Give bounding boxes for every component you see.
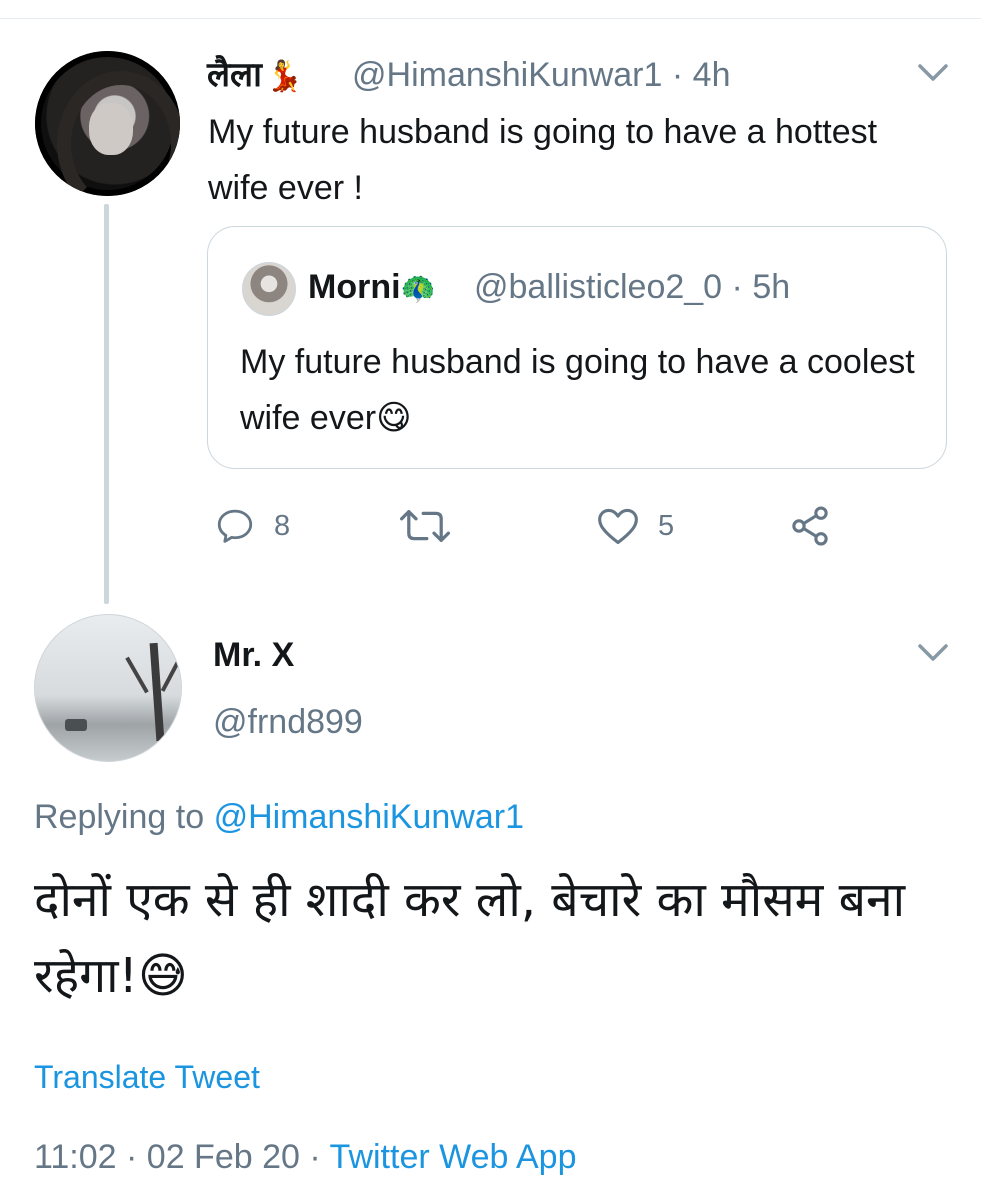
avatar-himanshi[interactable] bbox=[35, 51, 180, 196]
user-handle[interactable]: @HimanshiKunwar1 bbox=[352, 56, 662, 94]
chevron-down-icon[interactable] bbox=[917, 62, 949, 84]
footer-dot-1: · bbox=[126, 1138, 138, 1176]
share-icon bbox=[792, 506, 828, 546]
top-divider bbox=[0, 18, 981, 19]
tweet-text: My future husband is going to have a hot… bbox=[208, 113, 878, 207]
like-count: 5 bbox=[658, 509, 675, 542]
peacock-emoji: 🦚 bbox=[400, 272, 436, 306]
tweet-time[interactable]: 4h bbox=[693, 56, 731, 94]
retweet-button[interactable] bbox=[398, 504, 470, 548]
replying-prefix: Replying to bbox=[34, 798, 205, 836]
share-button[interactable] bbox=[788, 504, 832, 548]
reply-user-handle[interactable]: @frnd899 bbox=[213, 702, 363, 742]
reply-count: 8 bbox=[274, 509, 291, 542]
quoted-name-text: Morni bbox=[308, 268, 401, 306]
quoted-display-name: Morni🦚 bbox=[308, 265, 435, 311]
reply-tweet-text: दोनों एक से ही शादी कर लो, बेचारे का मौस… bbox=[34, 862, 954, 1014]
display-name[interactable]: लैला 💃 bbox=[207, 55, 303, 97]
retweet-icon bbox=[399, 509, 451, 543]
tweet-footer: 11:02 · 02 Feb 20 · Twitter Web App bbox=[34, 1134, 576, 1180]
replying-to-line: Replying to @HimanshiKunwar1 bbox=[34, 796, 524, 838]
source-app-link[interactable]: Twitter Web App bbox=[330, 1138, 577, 1176]
footer-dot-2: · bbox=[309, 1138, 321, 1176]
replying-mention-link[interactable]: @HimanshiKunwar1 bbox=[214, 798, 524, 836]
reply-button[interactable]: 8 bbox=[214, 504, 290, 548]
dancer-emoji: 💃 bbox=[265, 59, 304, 94]
sweat-smile-emoji: 😅 bbox=[137, 948, 188, 1004]
quoted-tweet-text: My future husband is going to have a coo… bbox=[240, 334, 930, 446]
reply-display-name[interactable]: Mr. X bbox=[213, 635, 294, 675]
quoted-separator: · bbox=[731, 268, 743, 306]
reply-icon bbox=[217, 509, 253, 543]
yum-emoji: 😋 bbox=[376, 398, 412, 438]
tweet-meta: @HimanshiKunwar1 · 4h bbox=[352, 55, 730, 95]
meta-separator: · bbox=[671, 56, 684, 94]
avatar-mr-x[interactable] bbox=[34, 614, 182, 762]
display-name-text: लैला bbox=[207, 55, 262, 95]
quoted-meta: @ballisticleo2_0 · 5h bbox=[474, 265, 790, 309]
quoted-handle: @ballisticleo2_0 bbox=[474, 268, 723, 306]
tweet-date[interactable]: 02 Feb 20 bbox=[147, 1138, 300, 1176]
translate-tweet-link[interactable]: Translate Tweet bbox=[34, 1057, 260, 1097]
thread-connector-line bbox=[104, 204, 109, 604]
quoted-text-body: My future husband is going to have a coo… bbox=[240, 343, 915, 437]
like-icon bbox=[598, 508, 638, 545]
like-button[interactable]: 5 bbox=[596, 504, 674, 548]
quoted-time: 5h bbox=[752, 268, 791, 306]
chevron-down-icon[interactable] bbox=[917, 642, 949, 664]
tweet-timestamp[interactable]: 11:02 bbox=[34, 1138, 117, 1176]
avatar-morni bbox=[242, 262, 296, 316]
